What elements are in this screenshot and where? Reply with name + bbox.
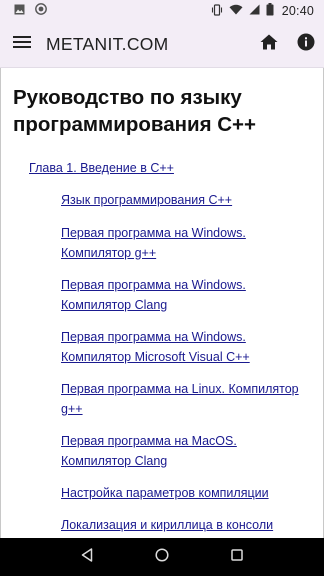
lesson-link[interactable]: Настройка параметров компиляции [61,484,313,504]
lesson-link-text: Компилятор Microsoft Visual C++ [61,349,250,364]
lesson-link-text: Настройка параметров компиляции [61,486,269,500]
lesson-link-text: Компилятор Clang [61,297,168,312]
lesson-link-text: Компилятор g++ [61,245,157,260]
lesson-link-text: Первая программа на Linux. Компилятор [61,382,299,396]
recents-button[interactable] [222,542,252,572]
app-bar: METANIT.COM [0,22,324,68]
info-button[interactable] [287,22,324,68]
page-title-line1: Руководство по языку [13,86,242,109]
image-icon [14,2,25,20]
lesson-link-text: Первая программа на Windows. [61,226,246,240]
chapter-link[interactable]: Глава 1. Введение в C++ [29,161,174,175]
system-nav-bar [0,538,324,576]
menu-icon [13,35,31,54]
vibrate-icon [211,3,223,19]
home-nav-button[interactable] [147,542,177,572]
lesson-link[interactable]: Первая программа на Windows. Компилятор … [61,328,313,367]
page-content: Руководство по языку программирования C+… [0,68,324,538]
page-title: Руководство по языку программирования C+… [1,68,323,138]
info-icon [297,33,315,56]
battery-icon [266,3,274,19]
lesson-link-text: g++ [61,401,83,416]
app-title: METANIT.COM [46,34,169,54]
lesson-link-text: Первая программа на Windows. [61,330,246,344]
home-icon [260,34,278,55]
back-icon [81,547,93,567]
lesson-link[interactable]: Язык программирования C++ [61,191,313,211]
lesson-link[interactable]: Первая программа на Windows. Компилятор … [61,224,313,263]
status-bar: 20:40 [0,0,324,22]
menu-button[interactable] [0,22,44,68]
lesson-link-text: Локализация и кириллица в консоли [61,518,274,532]
lesson-link[interactable]: Первая программа на Windows. Компилятор … [61,276,313,315]
lesson-link[interactable]: Первая программа на Linux. Компилятор g+… [61,380,313,419]
signal-icon [249,4,260,18]
lesson-link-text: Компилятор Clang [61,453,168,468]
recents-icon [230,548,243,566]
wifi-icon [229,4,243,18]
page-title-line2: программирования C++ [13,113,256,136]
back-button[interactable] [72,542,102,572]
record-icon [35,2,47,20]
lesson-link[interactable]: Локализация и кириллица в консоли [61,516,313,536]
status-time: 20:40 [281,4,314,18]
lesson-link[interactable]: Первая программа на MacOS. Компилятор Cl… [61,432,313,471]
lesson-link-text: Язык программирования C++ [61,193,233,207]
lesson-link-text: Первая программа на Windows. [61,278,246,292]
lesson-link-text: Первая программа на MacOS. [61,434,237,448]
home-button[interactable] [250,22,287,68]
home-circle-icon [155,547,169,567]
